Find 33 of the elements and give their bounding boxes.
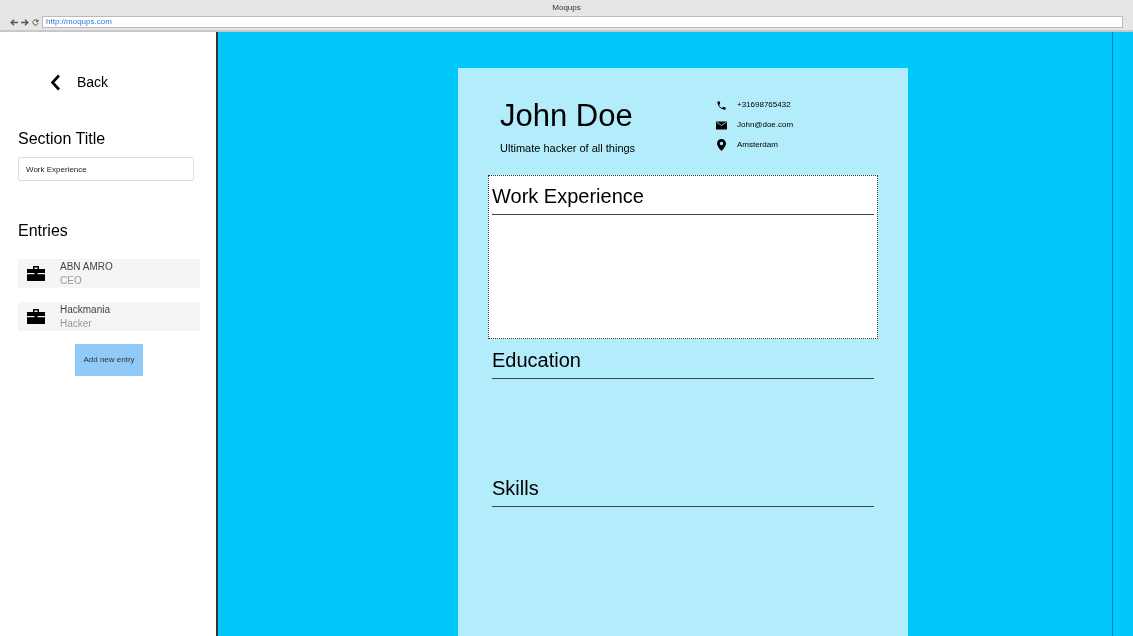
section-title-label: Section Title	[18, 129, 107, 149]
map-pin-icon	[717, 139, 726, 151]
entry-title: Hackmania	[60, 302, 111, 317]
entry-subtitle: Hacker	[60, 316, 93, 331]
section-heading: Skills	[492, 475, 874, 507]
briefcase-icon	[27, 266, 45, 281]
entry-subtitle: CEO	[60, 273, 83, 288]
resume-section[interactable]: Education	[488, 338, 878, 467]
contact-text: +31698765432	[737, 99, 791, 111]
envelope-icon	[716, 120, 727, 130]
resume-section[interactable]: Skills	[488, 466, 878, 595]
add-entry-button[interactable]: Add new entry	[75, 344, 143, 376]
entry-title: ABN AMRO	[60, 259, 113, 274]
section-heading: Work Experience	[492, 183, 874, 215]
briefcase-icon	[27, 309, 45, 324]
forward-arrow-icon[interactable]	[21, 18, 29, 26]
contact-text: Amsterdam	[737, 139, 778, 151]
reload-icon[interactable]	[32, 18, 39, 26]
chevron-left-icon[interactable]	[50, 74, 61, 91]
entry-item[interactable]: ABN AMRO CEO	[18, 259, 200, 288]
address-bar[interactable]: http://moqups.com	[42, 16, 1123, 28]
entry-item[interactable]: Hackmania Hacker	[18, 302, 200, 331]
back-arrow-icon[interactable]	[10, 18, 18, 26]
back-link[interactable]: Back	[77, 72, 109, 93]
phone-icon	[716, 99, 727, 111]
resume-section[interactable]: Work Experience	[488, 174, 878, 339]
contact-text: John@doe.com	[737, 119, 794, 131]
resume-name: John Doe	[500, 98, 634, 134]
resume-tagline: Ultimate hacker of all things	[500, 141, 637, 156]
entries-label: Entries	[18, 221, 69, 241]
section-title-field[interactable]: Work Experience	[18, 157, 194, 181]
section-heading: Education	[492, 347, 874, 379]
window-title: Moqups	[552, 3, 581, 13]
